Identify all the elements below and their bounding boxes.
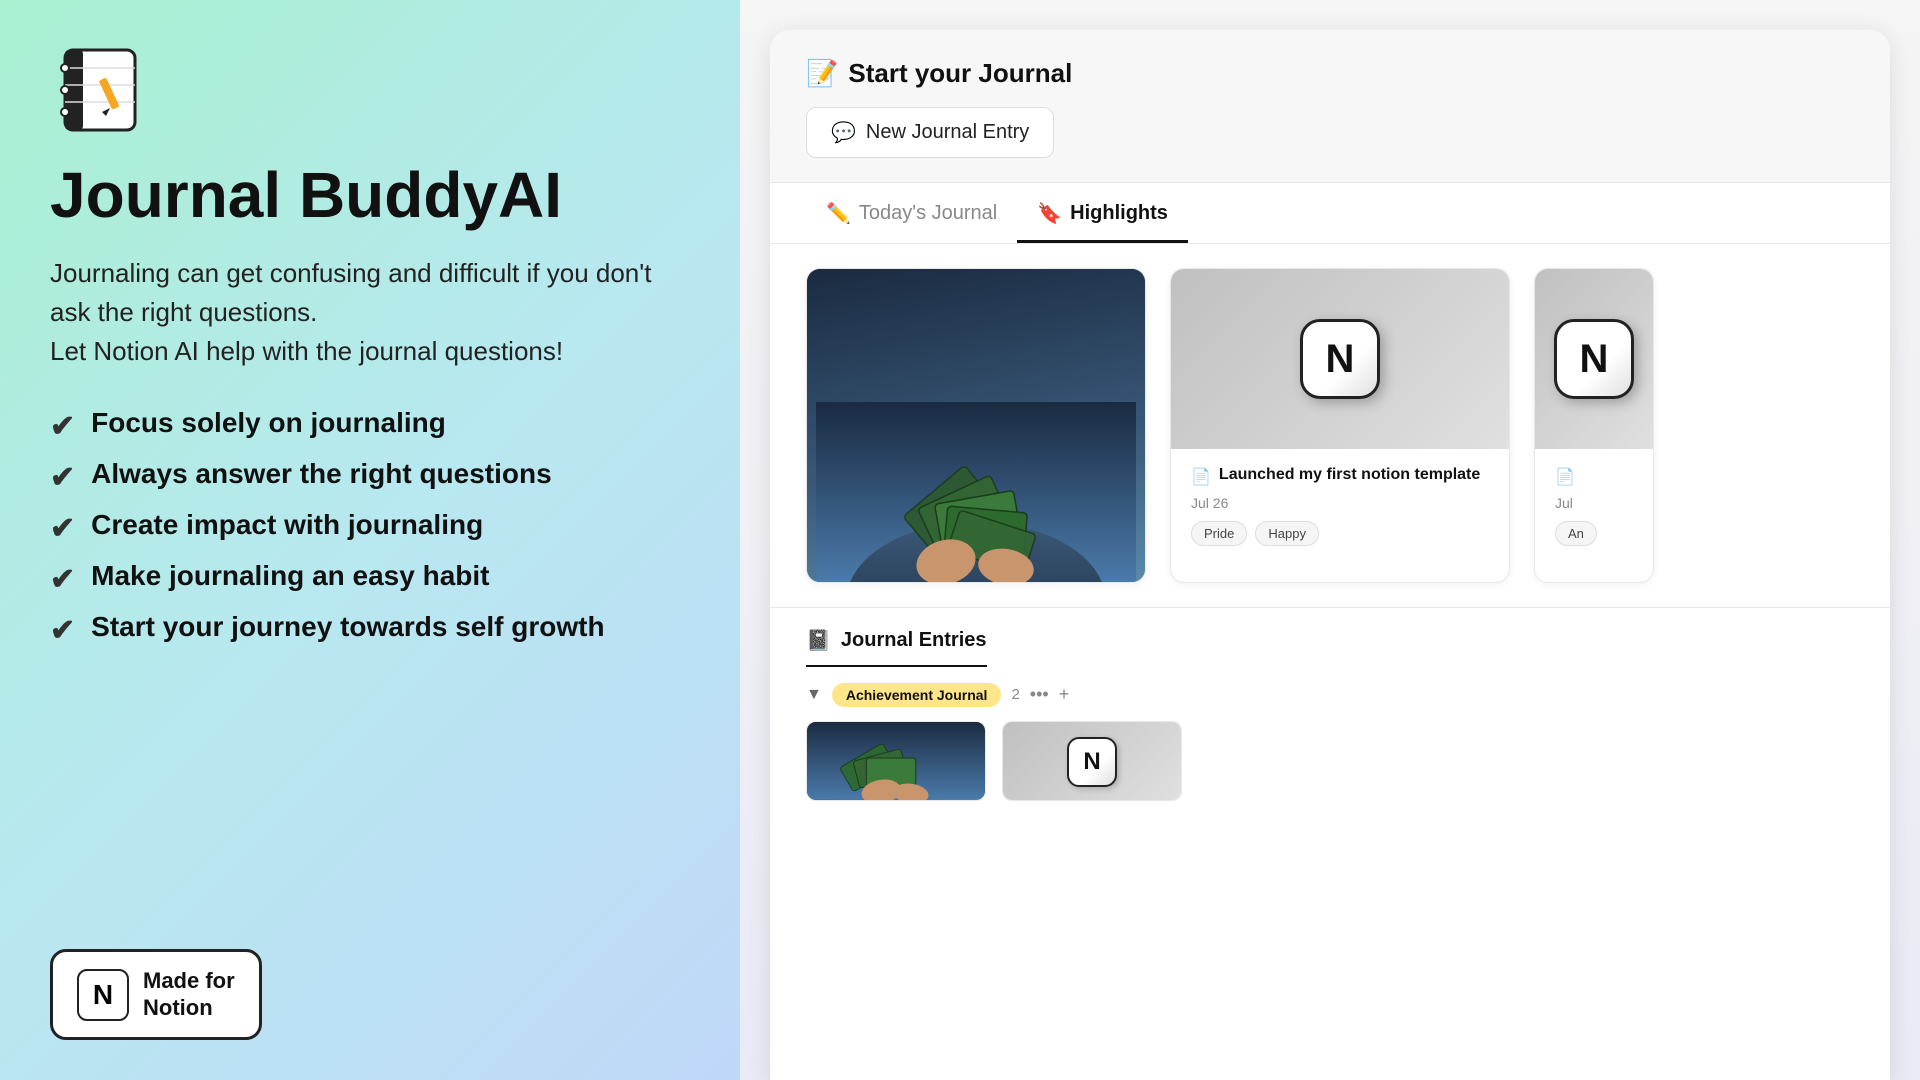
feature-label: Start your journey towards self growth <box>91 611 604 643</box>
journal-card-3[interactable]: N 📄 Jul An <box>1534 268 1654 583</box>
cards-section: $ $ $ $ <box>770 244 1890 607</box>
new-journal-entry-button[interactable]: 💬 New Journal Entry <box>806 107 1054 158</box>
tag-pride: Pride <box>1191 521 1247 546</box>
card-3-tags: An <box>1555 521 1633 546</box>
journal-entries-section: 📓 Journal Entries ▼ Achievement Journal … <box>770 607 1890 817</box>
mini-notion-image: N <box>1003 722 1181 801</box>
group-count: 2 <box>1011 686 1019 703</box>
start-journal-section: 📝 Start your Journal 💬 New Journal Entry <box>770 30 1890 183</box>
tab-todays-journal-icon: ✏️ <box>826 201 851 226</box>
mini-cards: N <box>806 721 1854 801</box>
right-panel: 📝 Start your Journal 💬 New Journal Entry… <box>740 0 1920 1080</box>
check-icon: ✔ <box>50 613 75 648</box>
group-add-icon[interactable]: + <box>1059 684 1070 705</box>
app-logo <box>50 40 150 140</box>
feature-item: ✔ Create impact with journaling <box>50 509 690 546</box>
card-2-tags: Pride Happy <box>1191 521 1489 546</box>
feature-item: ✔ Always answer the right questions <box>50 458 690 495</box>
feature-item: ✔ Focus solely on journaling <box>50 407 690 444</box>
card-3-image-bg: N <box>1535 269 1653 449</box>
notion-3d-icon: N <box>1300 319 1380 399</box>
doc-icon: 📄 <box>1555 467 1575 487</box>
feature-label: Focus solely on journaling <box>91 407 446 439</box>
doc-icon: 📄 <box>1191 467 1211 487</box>
check-icon: ✔ <box>50 409 75 444</box>
journal-group-row: ▼ Achievement Journal 2 ••• + <box>806 683 1854 707</box>
notion-3d-icon-partial: N <box>1554 319 1634 399</box>
tab-highlights-label: Highlights <box>1070 202 1168 225</box>
card-2-image: N <box>1171 269 1509 449</box>
tag-happy: Happy <box>1255 521 1319 546</box>
check-icon: ✔ <box>50 511 75 546</box>
feature-label: Make journaling an easy habit <box>91 560 489 592</box>
mini-card-2[interactable]: N <box>1002 721 1182 801</box>
feature-item: ✔ Start your journey towards self growth <box>50 611 690 648</box>
mini-card-1[interactable] <box>806 721 986 801</box>
mini-money-image <box>807 722 985 800</box>
card-2-date: Jul 26 <box>1191 495 1489 511</box>
journal-entries-header: 📓 Journal Entries <box>806 628 987 667</box>
tab-todays-journal-label: Today's Journal <box>859 202 997 225</box>
group-more-icon[interactable]: ••• <box>1030 684 1049 705</box>
made-for-notion-badge: N Made forNotion <box>50 949 262 1040</box>
feature-item: ✔ Make journaling an easy habit <box>50 560 690 597</box>
group-badge: Achievement Journal <box>832 683 1002 707</box>
start-journal-title: Start your Journal <box>848 58 1072 89</box>
features-list: ✔ Focus solely on journaling ✔ Always an… <box>50 407 690 648</box>
card-2-body: 📄 Launched my first notion template Jul … <box>1171 449 1509 562</box>
app-title: Journal BuddyAI <box>50 160 690 230</box>
journal-entries-title: Journal Entries <box>841 629 987 652</box>
journal-emoji: 📝 <box>806 58 838 89</box>
tab-highlights[interactable]: 🔖 Highlights <box>1017 183 1188 243</box>
check-icon: ✔ <box>50 562 75 597</box>
card-2-title: Launched my first notion template <box>1219 465 1480 486</box>
card-1-image: $ $ $ $ <box>807 269 1145 582</box>
card-3-body: 📄 Jul An <box>1535 449 1653 562</box>
journal-entries-icon: 📓 <box>806 628 831 653</box>
tab-highlights-icon: 🔖 <box>1037 201 1062 226</box>
app-description: Journaling can get confusing and difficu… <box>50 254 690 371</box>
card-1-body: 📄 I made my first $5 from my online busi… <box>807 582 1145 583</box>
new-entry-icon: 💬 <box>831 120 856 145</box>
notion-card-image-bg: N <box>1171 269 1509 449</box>
mini-notion-icon: N <box>1067 737 1117 787</box>
notion-logo-icon: N <box>77 969 129 1021</box>
card-3-image: N <box>1535 269 1653 449</box>
tabs-section: ✏️ Today's Journal 🔖 Highlights <box>770 183 1890 244</box>
journal-card-2[interactable]: N 📄 Launched my first notion template Ju… <box>1170 268 1510 583</box>
left-panel: Journal BuddyAI Journaling can get confu… <box>0 0 740 1080</box>
new-entry-label: New Journal Entry <box>866 121 1029 144</box>
journal-card-1[interactable]: $ $ $ $ <box>806 268 1146 583</box>
feature-label: Create impact with journaling <box>91 509 483 541</box>
check-icon: ✔ <box>50 460 75 495</box>
notion-window: 📝 Start your Journal 💬 New Journal Entry… <box>770 30 1890 1080</box>
tag-an: An <box>1555 521 1597 546</box>
group-toggle-icon[interactable]: ▼ <box>806 686 822 704</box>
money-image-bg: $ $ $ $ <box>807 269 1145 582</box>
tab-todays-journal[interactable]: ✏️ Today's Journal <box>806 183 1017 243</box>
made-for-notion-text: Made forNotion <box>143 968 235 1021</box>
feature-label: Always answer the right questions <box>91 458 552 490</box>
start-journal-header: 📝 Start your Journal <box>806 58 1854 89</box>
card-3-date: Jul <box>1555 495 1633 511</box>
